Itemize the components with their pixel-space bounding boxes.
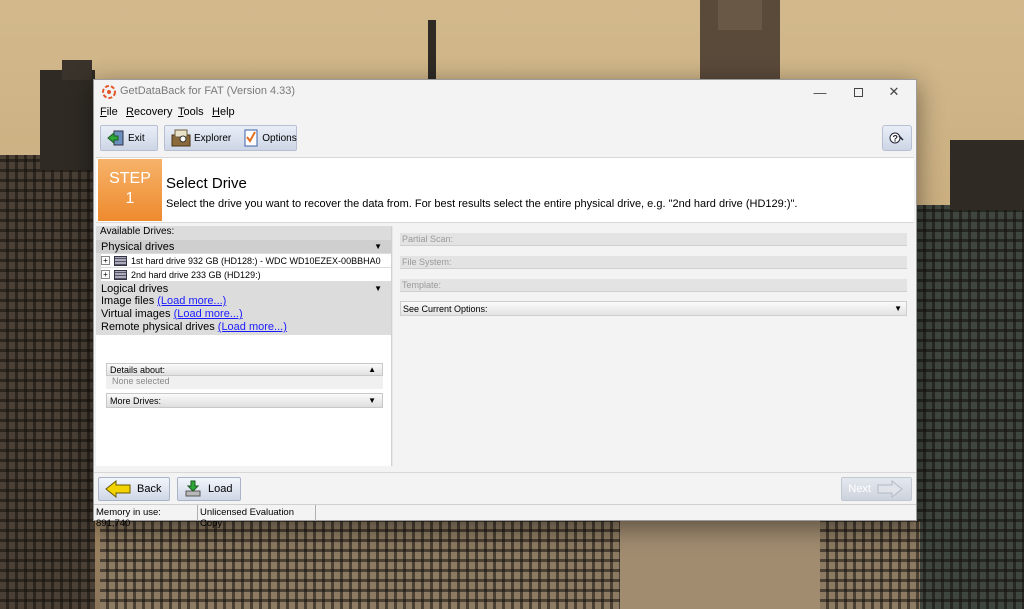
partial-scan-field[interactable]: Partial Scan: [400,233,907,246]
toolbar: Exit Explorer Options ? [94,122,916,154]
menu-tools[interactable]: Tools [178,106,204,118]
app-logo-icon [102,85,116,99]
next-button[interactable]: Next [841,477,912,501]
expand-icon[interactable]: + [101,256,110,265]
navigation-bar: Back Load Next [94,472,916,504]
minimize-button[interactable]: — [802,80,838,104]
exit-icon [107,130,124,146]
step-title: Select Drive [166,175,247,192]
image-files-row: Image files (Load more...) [101,295,227,307]
physical-drives-category[interactable]: Physical drives ▼ [96,240,391,253]
hard-drive-icon [114,269,127,280]
close-icon: ✕ [888,84,900,99]
status-bar: Memory in use: 891,740 Unlicensed Evalua… [94,504,916,529]
maximize-icon [853,87,863,97]
collapse-triangle-icon: ▼ [374,284,382,293]
collapse-triangle-icon: ▼ [374,242,382,251]
template-field[interactable]: Template: [400,279,907,292]
explorer-icon [171,129,191,147]
step-panel: STEP 1 Select Drive Select the drive you… [96,157,914,223]
load-button[interactable]: Load [177,477,242,501]
expand-down-icon: ▼ [368,396,376,405]
minimize-icon: — [813,84,827,100]
step-badge: STEP 1 [98,159,162,221]
drive-selection-pane: Available Drives: Physical drives ▼ + 1s… [96,226,391,466]
menu-bar: File Recovery Tools Help [94,105,916,122]
step-description: Select the drive you want to recover the… [166,198,798,210]
details-section: Details about: ▲ None selected More Driv… [106,363,383,408]
available-drives-panel: Available Drives: Physical drives ▼ + 1s… [96,226,391,335]
remote-drives-load-more-link[interactable]: (Load more...) [218,321,287,333]
svg-text:?: ? [893,134,899,144]
details-about-header[interactable]: Details about: ▲ [106,363,383,376]
menu-file[interactable]: File [100,106,118,118]
virtual-images-load-more-link[interactable]: (Load more...) [174,308,243,320]
dropdown-arrow-icon: ▼ [894,304,902,313]
memory-status: Memory in use: 891,740 [94,505,198,529]
drive-item[interactable]: + 2nd hard drive 233 GB (HD129:) [101,268,391,281]
back-button[interactable]: Back [98,477,171,501]
collapse-up-icon: ▲ [368,365,376,374]
details-value: None selected [106,376,383,389]
app-window: GetDataBack for FAT (Version 4.33) — ✕ F… [93,79,917,529]
menu-recovery[interactable]: Recovery [126,106,172,118]
back-arrow-icon [105,480,131,498]
menu-help[interactable]: Help [212,106,235,118]
title-bar[interactable]: GetDataBack for FAT (Version 4.33) — ✕ [94,80,916,104]
maximize-button[interactable] [840,80,876,104]
toolbar-group-exit: Exit [100,125,158,151]
license-status: Unlicensed Evaluation Copy [198,505,316,529]
options-button[interactable]: Options [237,126,302,150]
available-drives-label: Available Drives: [100,226,175,237]
logical-drives-category[interactable]: Logical drives ▼ [96,282,391,295]
exit-button[interactable]: Exit [101,126,151,150]
options-icon [244,129,258,147]
more-drives-header[interactable]: More Drives: ▼ [106,393,383,408]
help-icon: ? [889,132,904,144]
file-system-field[interactable]: File System: [400,256,907,269]
expand-icon[interactable]: + [101,270,110,279]
close-button[interactable]: ✕ [876,80,912,104]
virtual-images-row: Virtual images (Load more...) [101,308,243,320]
current-options-dropdown[interactable]: See Current Options: ▼ [400,301,907,316]
hard-drive-icon [114,255,127,266]
remote-drives-row: Remote physical drives (Load more...) [101,321,287,333]
next-arrow-icon [877,480,903,498]
scan-options-pane: Partial Scan: File System: Template: See… [393,226,914,466]
help-button[interactable]: ? [882,125,912,151]
toolbar-group-main: Explorer Options [164,125,297,151]
load-icon [185,480,201,497]
drive-item[interactable]: + 1st hard drive 932 GB (HD128:) - WDC W… [101,254,391,267]
window-title: GetDataBack for FAT (Version 4.33) [120,85,296,97]
explorer-button[interactable]: Explorer [165,126,237,150]
image-files-load-more-link[interactable]: (Load more...) [157,295,226,307]
